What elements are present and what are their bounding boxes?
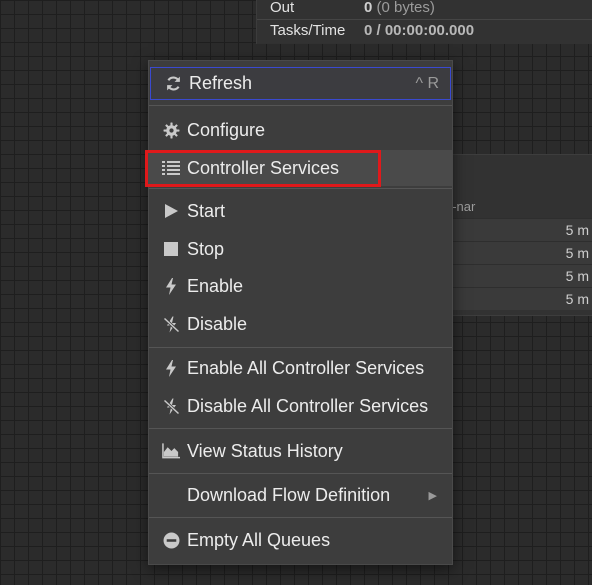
lightning-bolt-icon	[162, 277, 180, 295]
chevron-right-icon: ▶	[428, 489, 437, 502]
menu-item-label: Start	[187, 200, 226, 221]
processor-box[interactable]: d-nar 5 m 5 m 5 m 5 m	[440, 154, 592, 316]
processor-stat-value: 5 m	[565, 268, 589, 284]
stop-icon	[162, 240, 180, 258]
menu-item-enable[interactable]: Enable	[149, 268, 452, 304]
stats-tasks-value: 0 / 00:00:00.000	[364, 21, 475, 39]
gear-icon	[162, 121, 180, 139]
stats-out-count: 0	[364, 0, 373, 16]
menu-item-label: View Status History	[187, 440, 343, 461]
menu-separator	[149, 105, 452, 106]
menu-item-controller-services[interactable]: Controller Services	[149, 150, 452, 186]
stats-tasks-label: Tasks/Time	[270, 21, 346, 39]
menu-item-label: Disable All Controller Services	[187, 395, 429, 416]
menu-item-label: Download Flow Definition	[187, 484, 391, 505]
processor-stat-row: 5 m	[441, 241, 592, 264]
menu-item-stop[interactable]: Stop	[149, 231, 452, 267]
processor-stat-row: 5 m	[441, 264, 592, 287]
menu-item-empty-all-queues[interactable]: Empty All Queues	[149, 522, 452, 558]
menu-item-configure[interactable]: Configure	[149, 112, 452, 148]
menu-item-disable[interactable]: Disable	[149, 306, 452, 342]
stats-out-label: Out	[270, 0, 295, 16]
processor-stat-value: 5 m	[565, 245, 589, 261]
list-icon	[162, 159, 180, 177]
menu-item-label: Stop	[187, 238, 225, 259]
menu-item-view-status-history[interactable]: View Status History	[149, 433, 452, 469]
lightning-bolt-disabled-icon	[162, 315, 180, 333]
menu-separator	[149, 473, 452, 474]
menu-separator	[149, 347, 452, 348]
menu-item-download-flow-definition[interactable]: Download Flow Definition ▶	[149, 477, 452, 513]
menu-item-refresh[interactable]: Refresh ^ R	[150, 67, 451, 100]
processor-stat-row: 5 m	[441, 287, 592, 310]
menu-item-label: Disable	[187, 313, 248, 334]
processor-stat-row: 5 m	[441, 218, 592, 241]
menu-separator	[149, 517, 452, 518]
menu-item-start[interactable]: Start	[149, 193, 452, 229]
process-group-stats-panel: Out 0 (0 bytes) Tasks/Time 0 / 00:00:00.…	[256, 0, 592, 44]
stats-row-out: Out 0 (0 bytes)	[270, 0, 435, 17]
stats-row-tasks: Tasks/Time 0 / 00:00:00.000	[270, 20, 474, 40]
minus-circle-icon	[162, 531, 180, 549]
menu-item-enable-all-controller-services[interactable]: Enable All Controller Services	[149, 350, 452, 386]
menu-separator	[149, 188, 452, 189]
menu-item-label: Configure	[187, 119, 266, 140]
processor-stat-value: 5 m	[565, 291, 589, 307]
processor-stat-value: 5 m	[565, 222, 589, 238]
menu-item-label: Refresh	[189, 73, 253, 93]
menu-item-disable-all-controller-services[interactable]: Disable All Controller Services	[149, 388, 452, 424]
menu-separator	[149, 428, 452, 429]
menu-item-label: Controller Services	[187, 157, 340, 178]
lightning-bolt-disabled-icon	[162, 397, 180, 415]
stats-out-detail: (0 bytes)	[376, 0, 435, 16]
play-icon	[162, 202, 180, 220]
menu-item-label: Enable	[187, 275, 244, 296]
refresh-shortcut: ^ R	[415, 74, 439, 92]
menu-item-label: Empty All Queues	[187, 529, 331, 550]
lightning-bolt-icon	[162, 359, 180, 377]
menu-item-label: Enable All Controller Services	[187, 357, 425, 378]
stats-out-value: 0 (0 bytes)	[364, 0, 435, 16]
refresh-icon	[164, 75, 182, 93]
area-chart-icon	[162, 442, 180, 460]
context-menu: Refresh ^ R Configure Controller Service…	[148, 60, 453, 565]
